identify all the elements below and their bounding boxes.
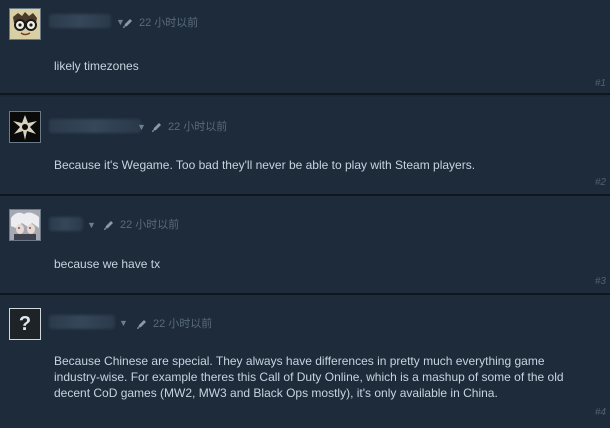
glasses-cartoon-avatar-icon: [10, 9, 40, 39]
anime-character-avatar-icon: [10, 210, 40, 240]
comment-number[interactable]: #2: [595, 177, 606, 188]
comment-text: because we have tx: [54, 257, 161, 271]
avatar[interactable]: [9, 111, 41, 143]
edit-pencil-icon: [104, 221, 113, 231]
edit-pencil-icon: [123, 19, 132, 29]
comment-number[interactable]: #4: [595, 407, 606, 418]
chevron-down-icon[interactable]: ▼: [87, 220, 96, 230]
comment-timestamp: 22 小时以前: [122, 14, 198, 30]
username-redacted[interactable]: [49, 119, 141, 133]
comment-text: Because it's Wegame. Too bad they'll nev…: [54, 158, 476, 172]
comment-timestamp: 22 小时以前: [136, 315, 212, 331]
divider: [0, 93, 610, 95]
comment-timestamp: 22 小时以前: [103, 216, 179, 232]
username-redacted[interactable]: [49, 14, 111, 28]
comment-text: likely timezones: [54, 59, 139, 73]
comment-number[interactable]: #3: [595, 276, 606, 287]
avatar[interactable]: [9, 8, 41, 40]
comment-thread: ▼ 22 小时以前 likely timezones #1 ▼ 22 小时以前: [0, 0, 610, 428]
comment-3: ▼ 22 小时以前 because we have tx #3: [0, 196, 610, 293]
comment-1: ▼ 22 小时以前 likely timezones #1: [0, 0, 610, 93]
comment-number[interactable]: #1: [595, 78, 606, 89]
chevron-down-icon[interactable]: ▼: [119, 318, 128, 328]
comment-timestamp: 22 小时以前: [151, 118, 227, 134]
avatar[interactable]: ?: [9, 308, 41, 340]
edit-pencil-icon: [152, 123, 161, 133]
comment-4: ? ▼ 22 小时以前 Because Chinese are special.…: [0, 295, 610, 428]
comment-text: Because Chinese are special. They always…: [54, 354, 564, 400]
comment-2: ▼ 22 小时以前 Because it's Wegame. Too bad t…: [0, 97, 610, 194]
username-redacted[interactable]: [49, 315, 115, 329]
chevron-down-icon[interactable]: ▼: [137, 122, 146, 132]
edit-pencil-icon: [137, 320, 146, 330]
dark-emblem-avatar-icon: [10, 112, 40, 142]
avatar[interactable]: [9, 209, 41, 241]
question-mark-avatar-icon: ?: [18, 313, 32, 335]
username-redacted[interactable]: [49, 217, 83, 231]
